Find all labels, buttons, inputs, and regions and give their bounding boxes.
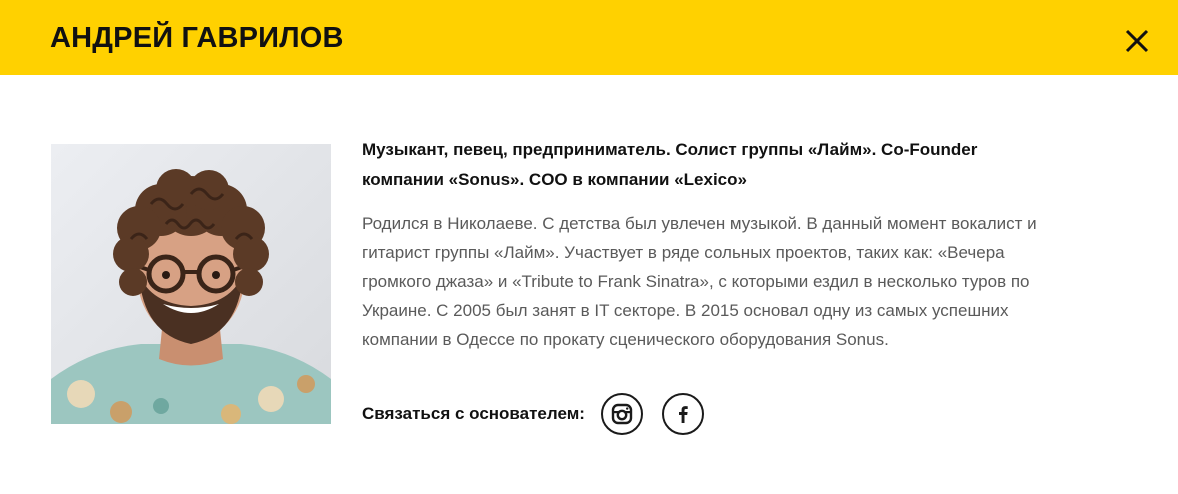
facebook-button[interactable] [661, 393, 704, 435]
profile-role: Музыкант, певец, предприниматель. Солист… [362, 140, 978, 189]
instagram-icon [611, 403, 633, 425]
instagram-button[interactable] [600, 393, 643, 435]
profile-content: Музыкант, певец, предприниматель. Солист… [362, 135, 1062, 354]
profile-bio: Родился в Николаеве. С детства был увлеч… [362, 214, 1037, 349]
close-button[interactable] [1118, 22, 1156, 60]
facebook-icon [678, 406, 688, 423]
contact-label: Связаться с основателем: [362, 404, 585, 423]
contact-row: Связаться с основателем: [362, 393, 704, 435]
avatar [51, 144, 331, 424]
modal-header: АНДРЕЙ ГАВРИЛОВ [0, 0, 1178, 75]
modal-title: АНДРЕЙ ГАВРИЛОВ [50, 22, 344, 54]
close-icon [1125, 29, 1149, 53]
